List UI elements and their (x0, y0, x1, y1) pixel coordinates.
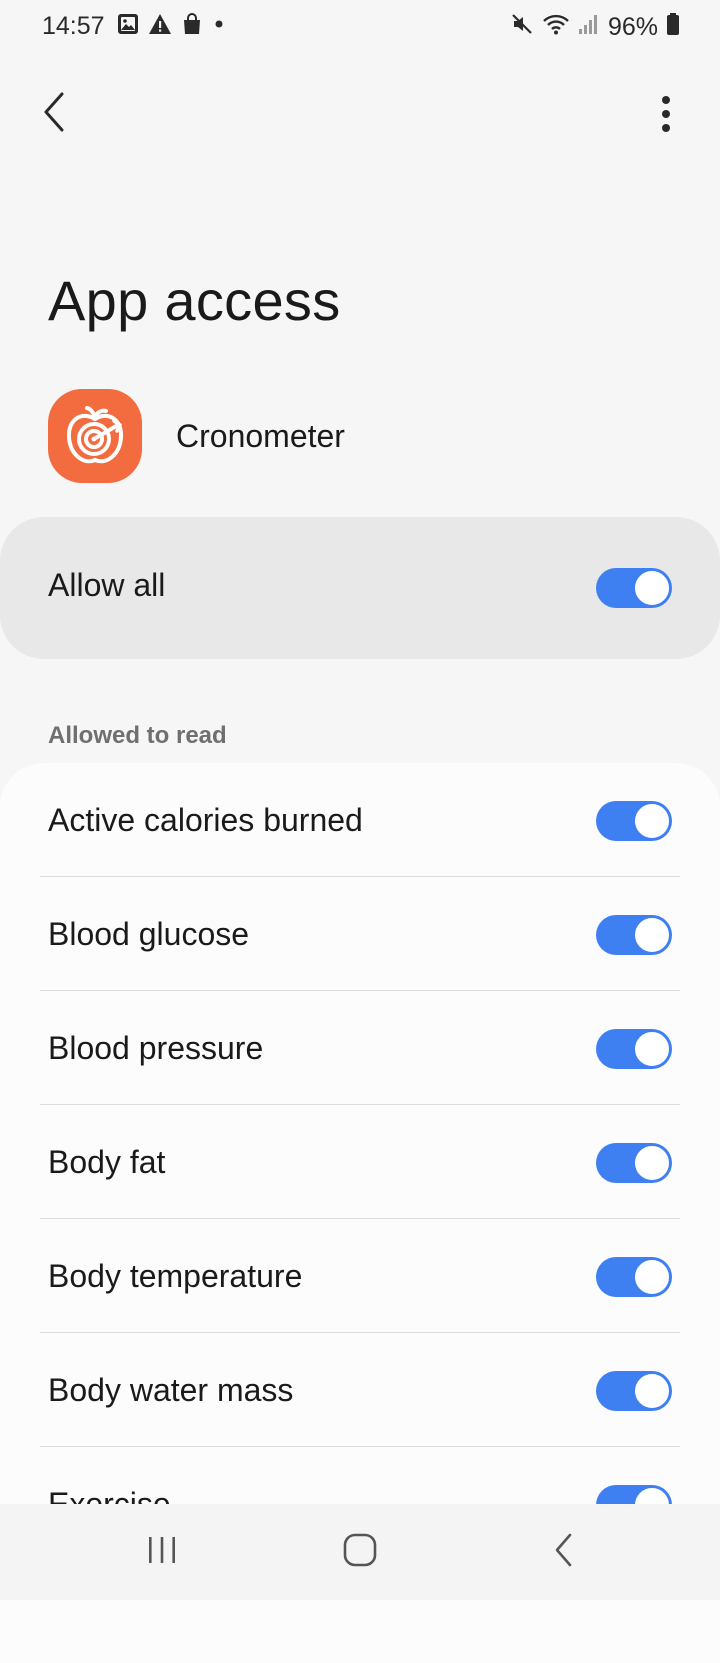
section-header: Allowed to read (48, 722, 227, 749)
permission-item-body-water-mass[interactable]: Body water mass (40, 1333, 680, 1447)
toggle-knob (633, 1144, 671, 1182)
toggle-knob (633, 569, 671, 607)
allow-all-row[interactable]: Allow all (0, 517, 720, 659)
permission-label: Active calories burned (48, 802, 363, 838)
back-arrow-icon (40, 90, 68, 139)
permission-toggle[interactable] (596, 1257, 672, 1297)
navigation-bar (0, 1504, 720, 1600)
permission-item-blood-glucose[interactable]: Blood glucose (40, 877, 680, 991)
wifi-icon (542, 12, 570, 43)
signal-icon (578, 12, 600, 43)
permission-toggle[interactable] (596, 1029, 672, 1069)
nav-back-icon (552, 1532, 576, 1573)
gallery-icon (117, 13, 139, 42)
permission-item-body-fat[interactable]: Body fat (40, 1105, 680, 1219)
mute-icon (510, 12, 534, 43)
allow-all-label: Allow all (48, 567, 166, 603)
permission-label: Blood pressure (48, 1030, 264, 1066)
battery-percent: 96% (607, 13, 658, 41)
nav-back-button[interactable] (536, 1524, 592, 1580)
permission-label: Body temperature (48, 1258, 303, 1294)
shopping-bag-icon (181, 13, 203, 42)
dot-icon (212, 13, 226, 42)
home-icon (342, 1532, 378, 1573)
permission-label: Blood glucose (48, 916, 250, 952)
permission-toggle[interactable] (596, 801, 672, 841)
more-options-button[interactable] (646, 92, 686, 140)
permission-label: Body water mass (48, 1372, 294, 1408)
battery-icon (666, 12, 680, 43)
status-time: 14:57 (42, 12, 105, 40)
toggle-knob (633, 916, 671, 954)
cronometer-apple-target-icon (48, 389, 142, 483)
status-icons-right: 96% (510, 12, 680, 43)
toggle-knob (633, 1372, 671, 1410)
permission-toggle[interactable] (596, 1371, 672, 1411)
back-button[interactable] (30, 90, 78, 138)
permission-item-blood-pressure[interactable]: Blood pressure (40, 991, 680, 1105)
status-icons-left (117, 13, 226, 42)
toggle-knob (633, 1258, 671, 1296)
toggle-knob (633, 1030, 671, 1068)
permission-toggle[interactable] (596, 1143, 672, 1183)
warning-icon (148, 13, 172, 42)
toggle-knob (633, 802, 671, 840)
permission-label: Body fat (48, 1144, 166, 1180)
app-name: Cronometer (176, 417, 345, 454)
page-title: App access (48, 269, 341, 332)
status-bar: 14:57 96% (0, 0, 720, 52)
permission-item-active-calories-burned[interactable]: Active calories burned (40, 763, 680, 877)
permission-item-body-temperature[interactable]: Body temperature (40, 1219, 680, 1333)
permission-toggle[interactable] (596, 915, 672, 955)
more-options-icon (660, 94, 672, 139)
recents-button[interactable] (134, 1524, 190, 1580)
home-button[interactable] (332, 1524, 388, 1580)
app-row: Cronometer (48, 388, 345, 484)
allow-all-toggle[interactable] (596, 568, 672, 608)
recents-icon (145, 1534, 179, 1571)
